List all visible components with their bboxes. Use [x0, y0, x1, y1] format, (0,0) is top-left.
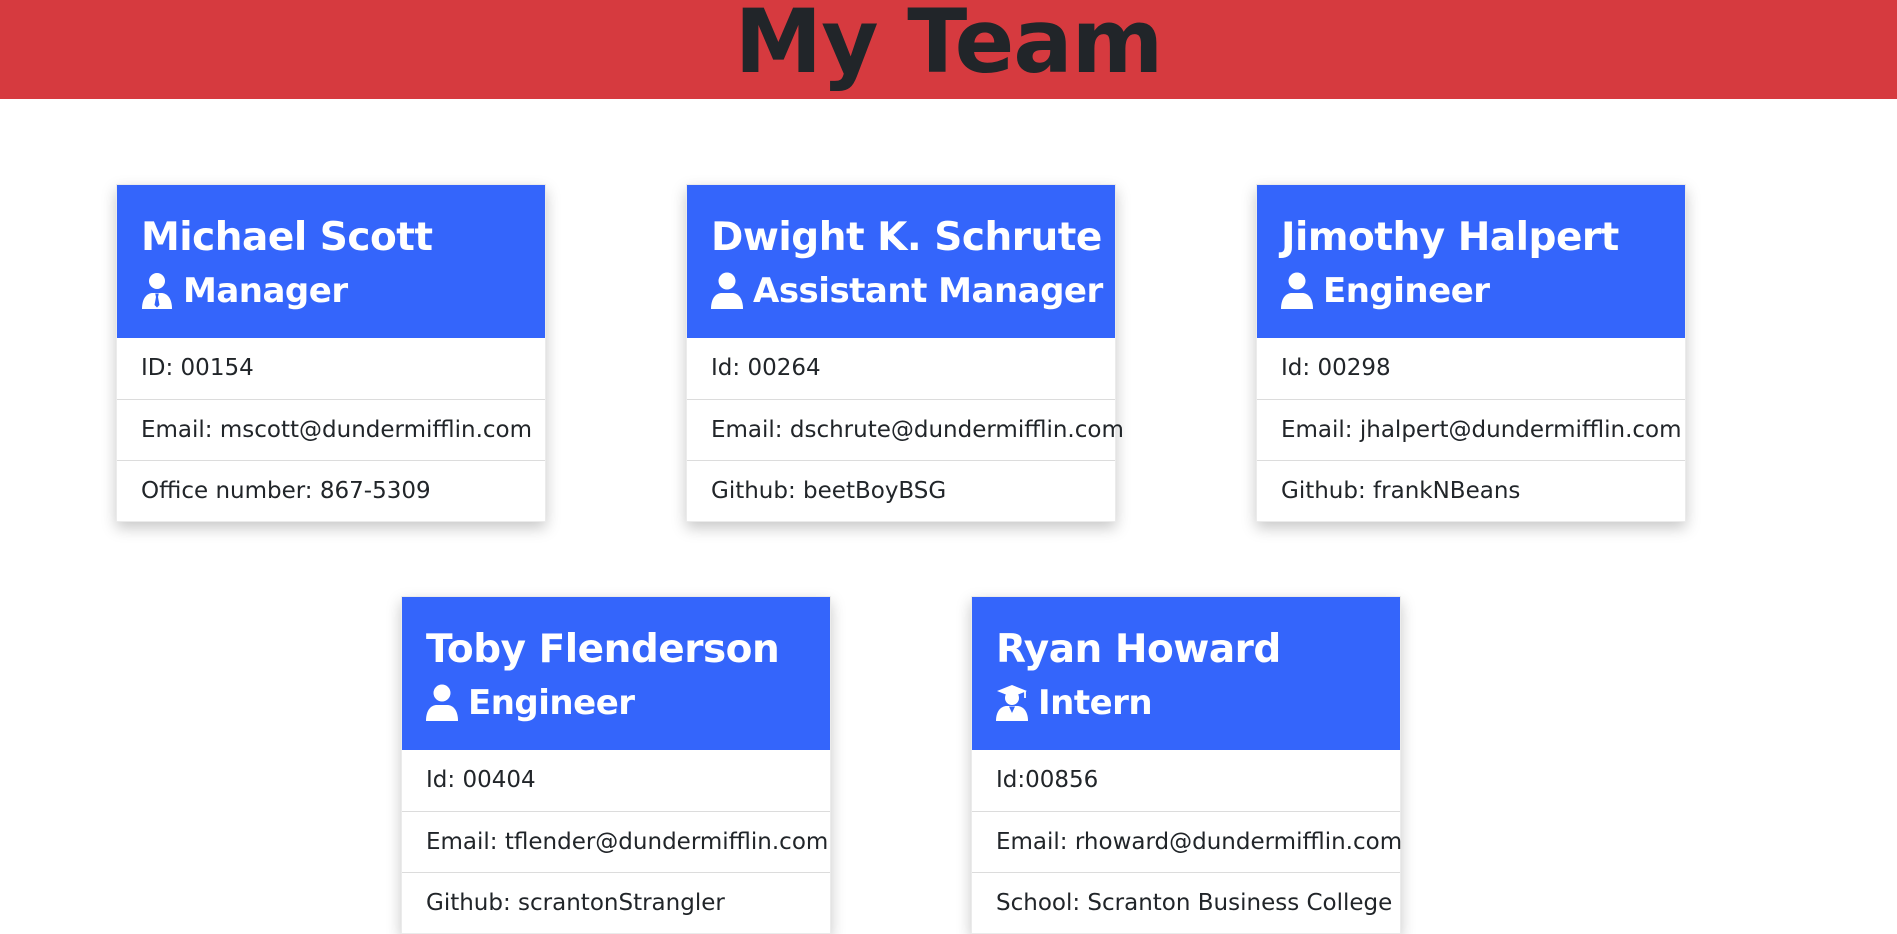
employee-details: Id: 00404 Email: tflender@dundermifflin.… — [402, 750, 830, 933]
employee-role: Engineer — [1281, 269, 1661, 313]
employee-email[interactable]: Email: jhalpert@dundermifflin.com — [1257, 399, 1685, 460]
employee-role: Intern — [996, 681, 1376, 725]
employee-email[interactable]: Email: mscott@dundermifflin.com — [117, 399, 545, 460]
user-icon — [711, 272, 743, 310]
employee-details: Id:00856 Email: rhoward@dundermifflin.co… — [972, 750, 1402, 933]
employee-email[interactable]: Email: tflender@dundermifflin.com — [402, 811, 830, 872]
card-header: Jimothy Halpert Engineer — [1257, 185, 1685, 338]
employee-id: ID: 00154 — [141, 355, 254, 381]
employee-card: Dwight K. Schrute Assistant Manager Id: … — [686, 184, 1124, 522]
employee-name: Jimothy Halpert — [1281, 215, 1619, 260]
employee-role: Manager — [141, 269, 521, 313]
employee-card: Toby Flenderson Engineer Id: 00404 Email… — [401, 596, 831, 934]
employee-name: Ryan Howard — [996, 627, 1281, 672]
employee-details: Id: 00298 Email: jhalpert@dundermifflin.… — [1257, 338, 1685, 521]
role-label: Intern — [1038, 683, 1153, 723]
employee-card: Ryan Howard Intern Id:00856 Email: rhowa… — [971, 596, 1402, 934]
employee-id: Id:00856 — [996, 767, 1099, 793]
card-header: Ryan Howard Intern — [972, 597, 1400, 750]
employee-id: Id: 00298 — [1281, 355, 1391, 381]
employee-github[interactable]: Github: frankNBeans — [1257, 460, 1685, 521]
employee-office-number: Office number: 867-5309 — [117, 460, 545, 521]
employee-name: Toby Flenderson — [426, 627, 780, 672]
employee-role: Assistant Manager — [711, 269, 1103, 313]
employee-card: Jimothy Halpert Engineer Id: 00298 Email… — [1256, 184, 1686, 522]
employee-email[interactable]: Email: rhoward@dundermifflin.com — [972, 811, 1402, 872]
card-header: Dwight K. Schrute Assistant Manager — [687, 185, 1115, 338]
user-tie-icon — [141, 272, 173, 310]
employee-role: Engineer — [426, 681, 806, 725]
employee-name: Michael Scott — [141, 215, 433, 260]
employee-details: Id: 00264 Email: dschrute@dundermifflin.… — [687, 338, 1124, 521]
role-label: Manager — [183, 271, 348, 311]
employee-id: Id: 00404 — [426, 767, 536, 793]
role-label: Engineer — [1323, 271, 1490, 311]
user-graduate-icon — [996, 684, 1028, 722]
page-title: My Team — [734, 0, 1164, 93]
user-icon — [426, 684, 458, 722]
page-header: My Team — [0, 0, 1897, 99]
card-header: Toby Flenderson Engineer — [402, 597, 830, 750]
employee-name: Dwight K. Schrute — [711, 215, 1102, 260]
employee-github[interactable]: Github: scrantonStrangler — [402, 872, 830, 933]
employee-card: Michael Scott Manager ID: 00154 Email: m… — [116, 184, 546, 522]
employee-school: School: Scranton Business College — [972, 872, 1400, 933]
employee-id: Id: 00264 — [711, 355, 821, 381]
employee-github[interactable]: Github: beetBoyBSG — [687, 460, 1115, 521]
role-label: Engineer — [468, 683, 635, 723]
role-label: Assistant Manager — [753, 271, 1103, 311]
card-header: Michael Scott Manager — [117, 185, 545, 338]
employee-details: ID: 00154 Email: mscott@dundermifflin.co… — [117, 338, 545, 521]
employee-email[interactable]: Email: dschrute@dundermifflin.com — [687, 399, 1124, 460]
user-icon — [1281, 272, 1313, 310]
